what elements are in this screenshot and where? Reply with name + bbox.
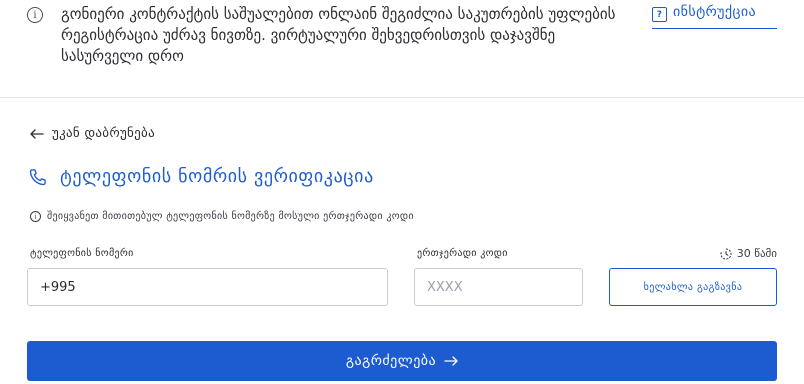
hint: i შეიყვანეთ მითითებულ ტელეფონის ნომერზე …	[30, 211, 414, 222]
arrow-right-icon	[444, 356, 458, 366]
code-label: ერთჯერადი კოდი	[417, 248, 508, 259]
instruction-link[interactable]: ? ინსტრუქცია	[652, 4, 777, 29]
info-circle-icon: i	[30, 211, 41, 222]
info-circle-icon: i	[27, 7, 43, 23]
hint-text: შეიყვანეთ მითითებულ ტელეფონის ნომერზე მო…	[47, 211, 414, 222]
section-title-text: ტელეფონის ნომრის ვერიფიკაცია	[60, 166, 374, 187]
phone-icon	[29, 168, 46, 185]
notice-text: გონიერი კონტრაქტის საშუალებით ონლაინ შეგ…	[61, 5, 616, 65]
continue-label: გაგრძელება	[345, 353, 437, 369]
arrow-left-icon	[30, 128, 44, 139]
section-title: ტელეფონის ნომრის ვერიფიკაცია	[28, 166, 374, 187]
timer-icon	[720, 247, 732, 259]
resend-button[interactable]: ხელახლა გაგზავნა	[609, 268, 777, 306]
phone-label: ტელეფონის ნომერი	[30, 248, 134, 259]
question-mark-icon: ?	[652, 7, 667, 22]
code-input[interactable]	[414, 268, 583, 306]
back-label: უკან დაბრუნება	[52, 126, 155, 141]
timer-text: 30 წამი	[736, 247, 777, 260]
back-link[interactable]: უკან დაბრუნება	[30, 126, 155, 141]
phone-input[interactable]	[27, 268, 388, 306]
timer: 30 წამი	[720, 247, 777, 260]
instruction-label: ინსტრუქცია	[673, 4, 757, 20]
continue-button[interactable]: გაგრძელება	[27, 341, 777, 381]
divider	[0, 97, 804, 98]
